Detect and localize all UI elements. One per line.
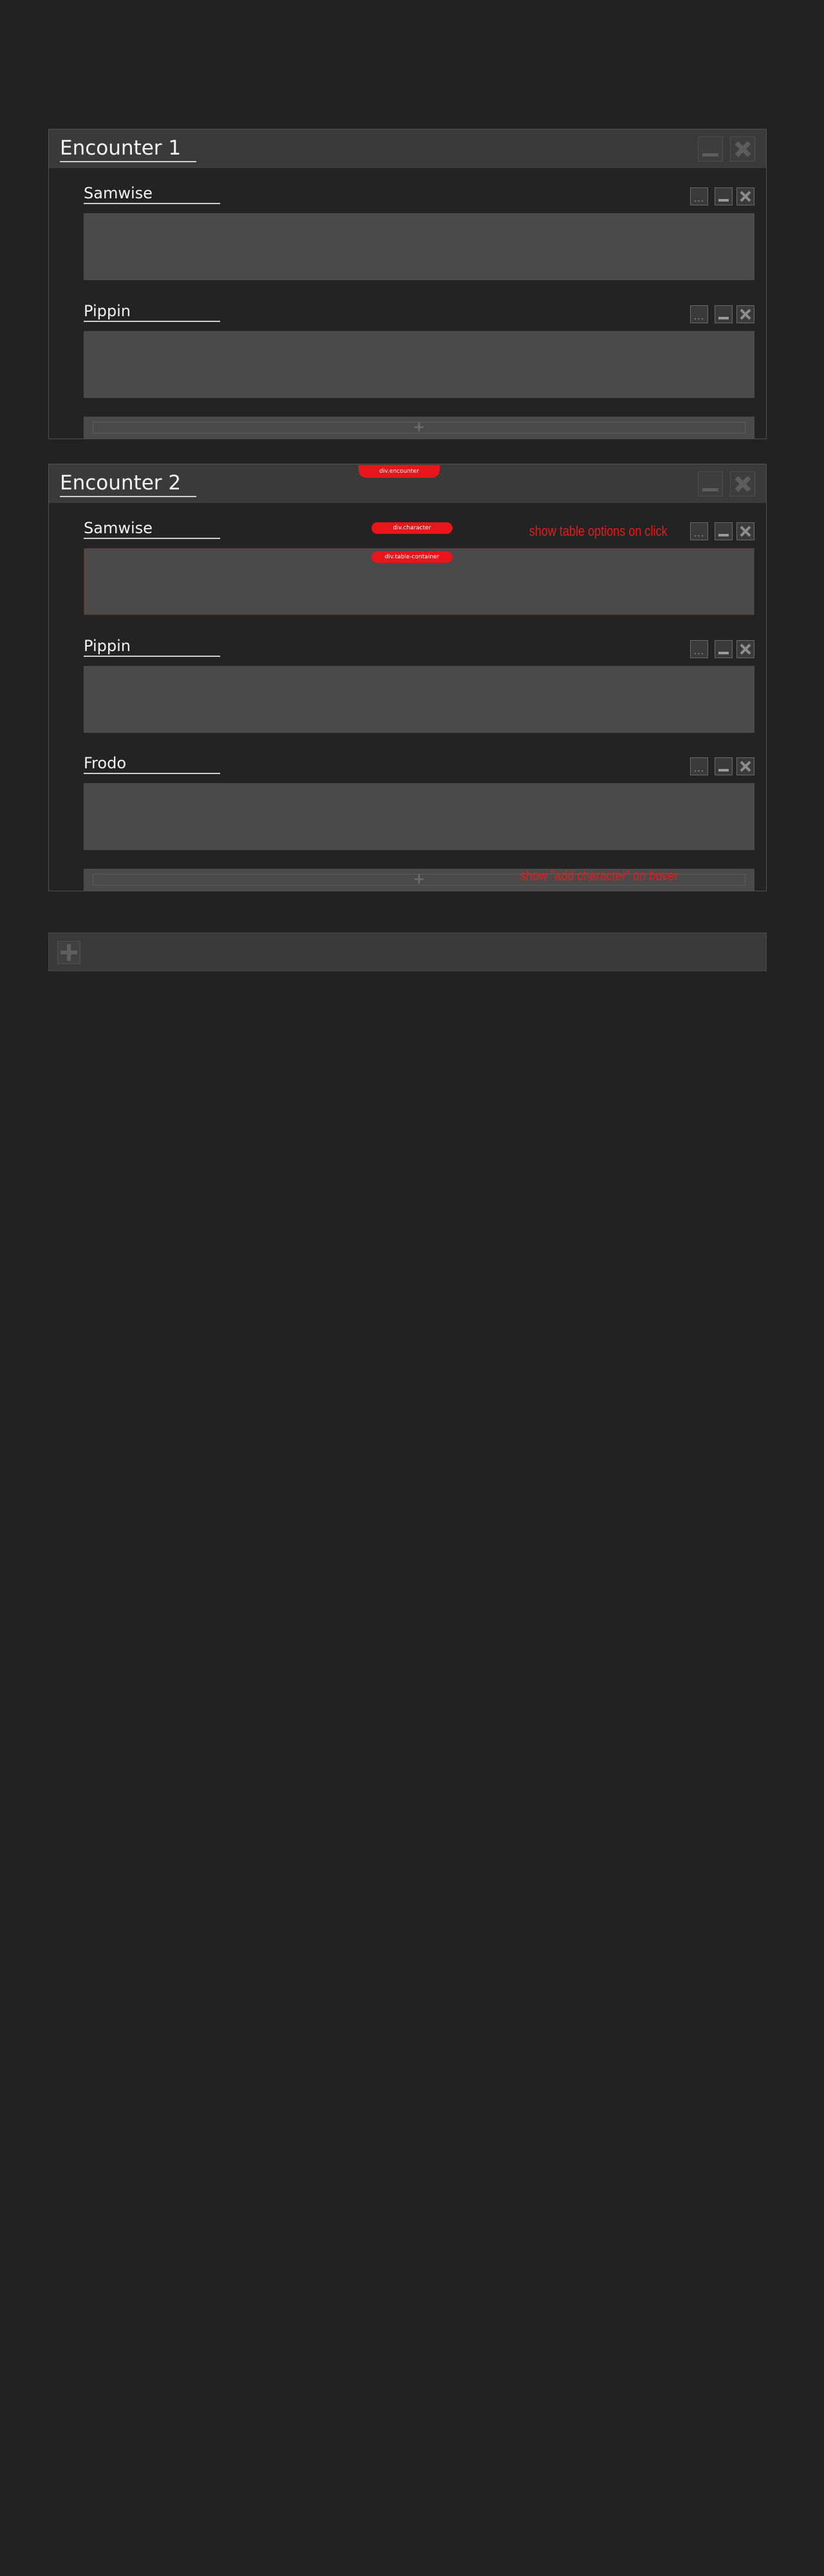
character-table[interactable]: [84, 213, 754, 280]
remove-character-button[interactable]: [736, 187, 754, 205]
character-table[interactable]: [84, 666, 754, 733]
close-encounter-button[interactable]: [730, 137, 755, 162]
character-name[interactable]: Frodo: [84, 753, 220, 774]
plus-icon: +: [413, 871, 426, 887]
remove-character-button[interactable]: [736, 522, 754, 540]
remove-character-button[interactable]: [736, 757, 754, 775]
table-options-button[interactable]: ...: [690, 757, 708, 775]
minimize-encounter-button[interactable]: [698, 471, 723, 497]
character-table[interactable]: [84, 783, 754, 850]
add-encounter-bar: [48, 933, 767, 971]
table-options-button[interactable]: ...: [690, 640, 708, 658]
encounter-header: Encounter 1: [49, 129, 766, 168]
character-name[interactable]: Pippin: [84, 301, 220, 322]
character-name[interactable]: Samwise: [84, 518, 220, 539]
minimize-character-button[interactable]: [715, 640, 733, 658]
table-options-button[interactable]: ...: [690, 305, 708, 323]
encounter-tag-annotation: div.encounter: [359, 465, 440, 478]
minimize-character-button[interactable]: [715, 305, 733, 323]
table-options-button[interactable]: ...: [690, 187, 708, 205]
table-options-note: show table options on click: [529, 523, 668, 539]
character-tag-annotation: div.character: [371, 522, 453, 534]
remove-character-button[interactable]: [736, 640, 754, 658]
add-character-note: show "add character" on hover: [520, 867, 679, 884]
character-name[interactable]: Pippin: [84, 636, 220, 657]
minimize-character-button[interactable]: [715, 757, 733, 775]
minimize-encounter-button[interactable]: [698, 137, 723, 162]
ellipsis-icon: ...: [693, 312, 705, 322]
table-container-tag-annotation: div.table-container: [371, 551, 453, 563]
ellipsis-icon: ...: [693, 529, 705, 539]
add-encounter-button[interactable]: [57, 941, 80, 964]
close-encounter-button[interactable]: [730, 471, 755, 497]
remove-character-button[interactable]: [736, 305, 754, 323]
plus-icon: +: [413, 419, 426, 435]
character-table[interactable]: [84, 331, 754, 398]
encounter-panel: Encounter 1 Samwise ... Pippin ... +: [48, 129, 767, 439]
character-name[interactable]: Samwise: [84, 184, 220, 204]
encounter-title[interactable]: Encounter 1: [60, 137, 196, 162]
minimize-character-button[interactable]: [715, 187, 733, 205]
minimize-character-button[interactable]: [715, 522, 733, 540]
encounter-title[interactable]: Encounter 2: [60, 471, 196, 497]
ellipsis-icon: ...: [693, 647, 705, 657]
add-character-bar[interactable]: +: [84, 417, 754, 439]
add-character-button[interactable]: +: [93, 419, 745, 435]
ellipsis-icon: ...: [693, 194, 705, 204]
table-options-button[interactable]: ...: [690, 522, 708, 540]
ellipsis-icon: ...: [693, 764, 705, 774]
